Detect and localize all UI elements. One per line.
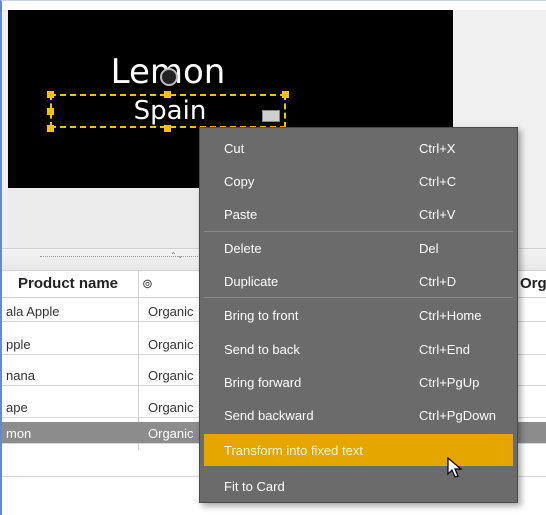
column-type-icon[interactable]: ⊚	[142, 276, 153, 292]
menu-item-shortcut: Ctrl+End	[419, 342, 470, 357]
menu-item-paste[interactable]: Paste Ctrl+V	[204, 198, 513, 230]
organic-cell: Organic	[148, 400, 194, 415]
menu-item-label: Cut	[224, 141, 245, 156]
menu-item-label: Fit to Card	[224, 479, 285, 494]
product-name-cell: ala Apple	[6, 304, 60, 319]
menu-item-send-to-back[interactable]: Send to back Ctrl+End	[204, 333, 513, 365]
menu-item-duplicate[interactable]: Duplicate Ctrl+D	[204, 265, 513, 297]
organic-cell: Organic	[148, 337, 194, 352]
menu-item-cut[interactable]: Cut Ctrl+X	[204, 132, 513, 164]
menu-item-shortcut: Ctrl+PgDown	[419, 408, 496, 423]
menu-item-shortcut: Ctrl+V	[419, 207, 456, 222]
splitter-chevron-icon[interactable]: ⌃⌄	[170, 251, 183, 260]
menu-item-label: Bring to front	[224, 308, 299, 323]
resize-handle-bottom-left[interactable]	[47, 125, 54, 132]
menu-item-shortcut: Ctrl+C	[419, 174, 457, 189]
menu-item-label: Transform into fixed text	[224, 443, 363, 458]
menu-item-label: Paste	[224, 207, 258, 222]
menu-item-shortcut: Ctrl+X	[419, 141, 456, 156]
menu-item-label: Delete	[224, 241, 262, 256]
menu-item-bring-to-front[interactable]: Bring to front Ctrl+Home	[204, 299, 513, 331]
product-name-cell: ape	[6, 400, 28, 415]
menu-item-transform-into-fixed-text[interactable]: Transform into fixed text	[204, 434, 513, 466]
menu-item-label: Duplicate	[224, 274, 279, 289]
menu-item-copy[interactable]: Copy Ctrl+C	[204, 165, 513, 197]
resize-handle-top-right[interactable]	[282, 91, 289, 98]
mouse-cursor-icon	[447, 457, 463, 478]
organic-cell: Organic	[148, 426, 194, 441]
menu-item-shortcut: Ctrl+D	[419, 274, 457, 289]
column-header-product-name[interactable]: Product name	[18, 275, 118, 292]
menu-item-shortcut: Del	[419, 241, 439, 256]
menu-item-delete[interactable]: Delete Del	[204, 232, 513, 264]
menu-item-label: Bring forward	[224, 375, 302, 390]
product-name-cell: mon	[6, 426, 32, 441]
menu-separator	[204, 297, 513, 298]
product-name-cell: nana	[6, 368, 35, 383]
organic-cell: Organic	[148, 368, 194, 383]
organic-cell: Organic	[148, 304, 194, 319]
menu-item-shortcut: Ctrl+PgUp	[419, 375, 480, 390]
column-header-org[interactable]: Org	[520, 275, 546, 292]
context-menu: Cut Ctrl+X Copy Ctrl+C Paste Ctrl+V Dele…	[199, 127, 518, 503]
resize-handle-top-left[interactable]	[47, 91, 54, 98]
move-icon[interactable]	[160, 68, 178, 86]
resize-handle-left[interactable]	[47, 108, 54, 115]
field-icon[interactable]	[262, 110, 280, 122]
menu-item-label: Send to back	[224, 342, 300, 357]
menu-item-bring-forward[interactable]: Bring forward Ctrl+PgUp	[204, 366, 513, 398]
menu-item-label: Copy	[224, 174, 255, 189]
card-subtitle-text[interactable]: Spain	[110, 96, 230, 126]
menu-item-shortcut: Ctrl+Home	[419, 308, 482, 323]
product-name-cell: pple	[6, 337, 31, 352]
resize-handle-bottom[interactable]	[164, 125, 171, 132]
menu-item-fit-to-card[interactable]: Fit to Card	[204, 470, 513, 502]
menu-item-label: Send backward	[224, 408, 314, 423]
menu-item-send-backward[interactable]: Send backward Ctrl+PgDown	[204, 399, 513, 431]
